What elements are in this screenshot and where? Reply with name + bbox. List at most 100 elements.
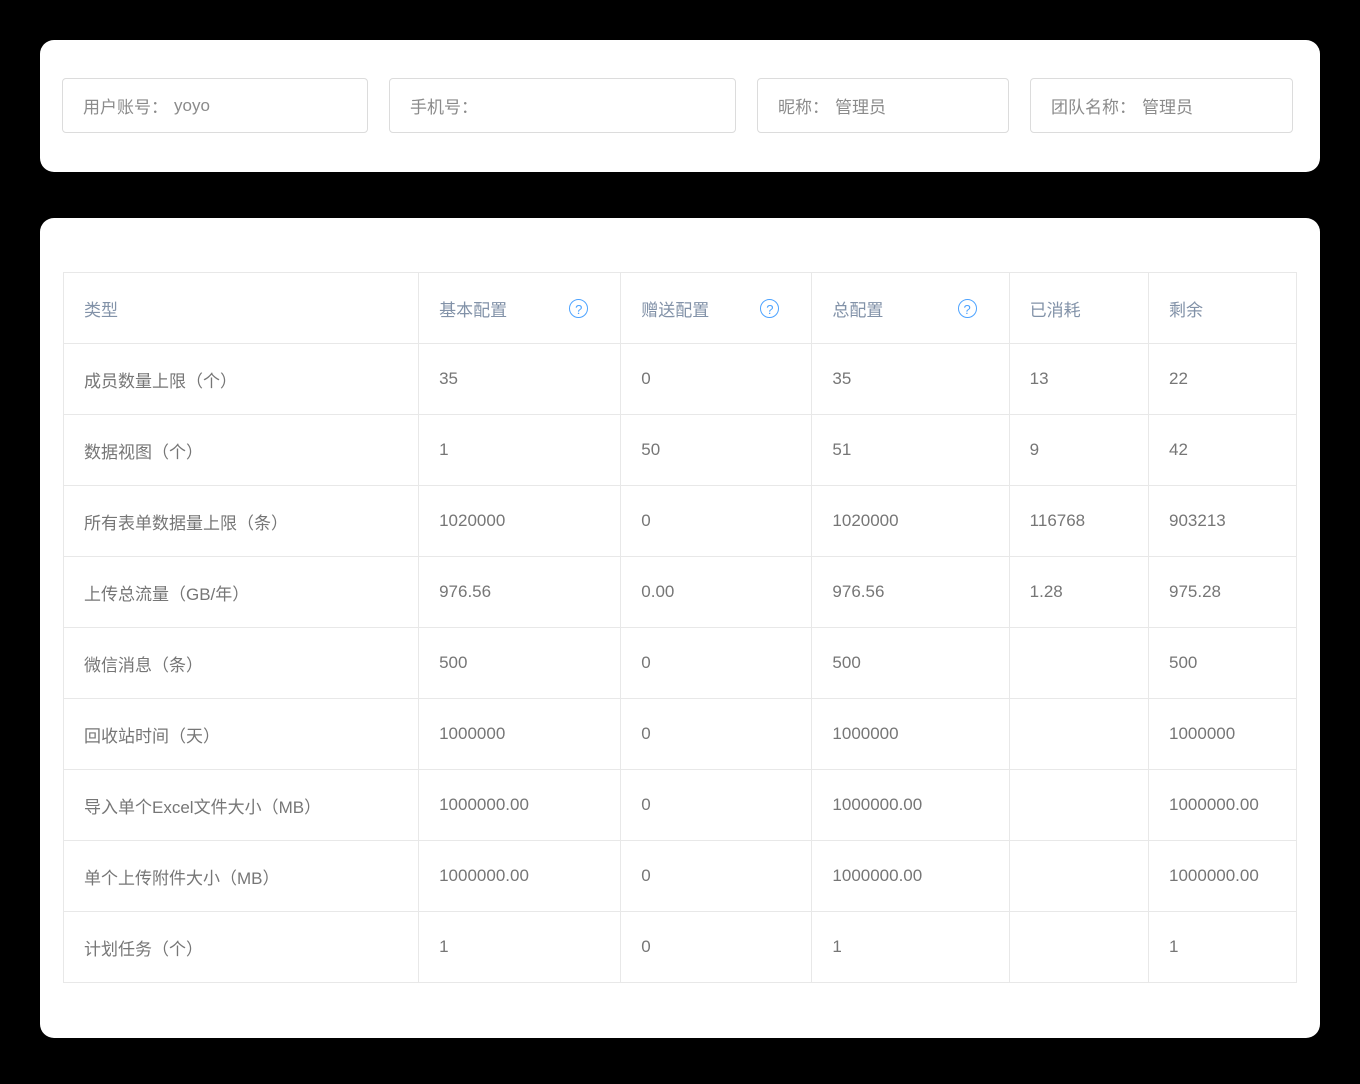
value-cell: 1020000 — [419, 486, 621, 557]
value-cell: 0 — [621, 770, 812, 841]
value-cell — [1009, 628, 1148, 699]
user-account-value: yoyo — [174, 96, 210, 116]
value-cell: 500 — [1149, 628, 1297, 699]
column-header-label: 基本配置 — [439, 296, 507, 321]
row-label-cell: 导入单个Excel文件大小（MB） — [64, 770, 419, 841]
value-cell: 1 — [419, 912, 621, 983]
table-header-row: 类型基本配置?赠送配置?总配置?已消耗剩余 — [64, 273, 1297, 344]
table-row: 上传总流量（GB/年）976.560.00976.561.28975.28 — [64, 557, 1297, 628]
quota-table-body: 成员数量上限（个）350351322数据视图（个）15051942所有表单数据量… — [64, 344, 1297, 983]
value-cell: 1000000.00 — [419, 841, 621, 912]
value-cell: 1 — [812, 912, 1009, 983]
column-header: 类型 — [64, 273, 419, 344]
nickname-value: 管理员 — [835, 93, 886, 118]
row-label-cell: 回收站时间（天） — [64, 699, 419, 770]
value-cell: 1000000.00 — [1149, 841, 1297, 912]
column-header-inner: 类型 — [84, 296, 408, 321]
value-cell: 500 — [419, 628, 621, 699]
column-header-inner: 总配置? — [832, 296, 998, 321]
column-header: 总配置? — [812, 273, 1009, 344]
value-cell: 22 — [1149, 344, 1297, 415]
value-cell: 0 — [621, 486, 812, 557]
column-header-label: 已消耗 — [1030, 296, 1081, 321]
team-name-value: 管理员 — [1142, 93, 1193, 118]
value-cell: 0 — [621, 912, 812, 983]
value-cell: 976.56 — [419, 557, 621, 628]
value-cell: 1000000.00 — [419, 770, 621, 841]
value-cell: 13 — [1009, 344, 1148, 415]
table-row: 所有表单数据量上限（条）102000001020000116768903213 — [64, 486, 1297, 557]
team-name-label: 团队名称： — [1051, 93, 1136, 118]
value-cell: 35 — [812, 344, 1009, 415]
table-row: 计划任务（个）1011 — [64, 912, 1297, 983]
column-header-label: 总配置 — [832, 296, 883, 321]
value-cell — [1009, 841, 1148, 912]
value-cell: 116768 — [1009, 486, 1148, 557]
user-account-label: 用户账号： — [83, 93, 168, 118]
table-row: 成员数量上限（个）350351322 — [64, 344, 1297, 415]
column-header-label: 剩余 — [1169, 296, 1203, 321]
row-label-cell: 成员数量上限（个） — [64, 344, 419, 415]
column-header-label: 赠送配置 — [641, 296, 709, 321]
column-header: 赠送配置? — [621, 273, 812, 344]
nickname-field[interactable]: 昵称：管理员 — [757, 78, 1009, 133]
quota-card: 类型基本配置?赠送配置?总配置?已消耗剩余 成员数量上限（个）350351322… — [40, 218, 1320, 1038]
value-cell: 975.28 — [1149, 557, 1297, 628]
value-cell: 0 — [621, 841, 812, 912]
quota-table: 类型基本配置?赠送配置?总配置?已消耗剩余 成员数量上限（个）350351322… — [63, 272, 1297, 983]
row-label-cell: 上传总流量（GB/年） — [64, 557, 419, 628]
value-cell: 1 — [1149, 912, 1297, 983]
column-header-inner: 基本配置? — [439, 296, 610, 321]
help-icon[interactable]: ? — [958, 299, 977, 318]
column-header-inner: 剩余 — [1169, 296, 1286, 321]
row-label-cell: 微信消息（条） — [64, 628, 419, 699]
nickname-label: 昵称： — [778, 93, 829, 118]
value-cell: 1000000 — [812, 699, 1009, 770]
column-header: 已消耗 — [1009, 273, 1148, 344]
row-label-cell: 单个上传附件大小（MB） — [64, 841, 419, 912]
value-cell: 1000000 — [1149, 699, 1297, 770]
value-cell: 1000000.00 — [812, 770, 1009, 841]
row-label-cell: 所有表单数据量上限（条） — [64, 486, 419, 557]
value-cell: 1020000 — [812, 486, 1009, 557]
table-row: 回收站时间（天）1000000010000001000000 — [64, 699, 1297, 770]
value-cell: 1000000.00 — [1149, 770, 1297, 841]
help-icon[interactable]: ? — [569, 299, 588, 318]
value-cell: 976.56 — [812, 557, 1009, 628]
row-label-cell: 数据视图（个） — [64, 415, 419, 486]
value-cell — [1009, 699, 1148, 770]
value-cell: 50 — [621, 415, 812, 486]
value-cell: 42 — [1149, 415, 1297, 486]
value-cell — [1009, 770, 1148, 841]
phone-label: 手机号： — [410, 93, 478, 118]
table-row: 微信消息（条）5000500500 — [64, 628, 1297, 699]
table-row: 数据视图（个）15051942 — [64, 415, 1297, 486]
table-row: 导入单个Excel文件大小（MB）1000000.0001000000.0010… — [64, 770, 1297, 841]
user-info-card: 用户账号：yoyo 手机号： 昵称：管理员 团队名称：管理员 — [40, 40, 1320, 172]
value-cell: 0 — [621, 699, 812, 770]
page: 用户账号：yoyo 手机号： 昵称：管理员 团队名称：管理员 类型基本配置?赠送… — [0, 0, 1360, 1084]
column-header: 基本配置? — [419, 273, 621, 344]
user-account-field[interactable]: 用户账号： yoyo — [62, 78, 368, 133]
row-label-cell: 计划任务（个） — [64, 912, 419, 983]
value-cell: 0 — [621, 344, 812, 415]
value-cell: 1000000.00 — [812, 841, 1009, 912]
column-header: 剩余 — [1149, 273, 1297, 344]
column-header-label: 类型 — [84, 296, 118, 321]
value-cell: 1000000 — [419, 699, 621, 770]
value-cell: 35 — [419, 344, 621, 415]
table-row: 单个上传附件大小（MB）1000000.0001000000.001000000… — [64, 841, 1297, 912]
value-cell: 0 — [621, 628, 812, 699]
value-cell: 1 — [419, 415, 621, 486]
value-cell: 903213 — [1149, 486, 1297, 557]
value-cell: 0.00 — [621, 557, 812, 628]
value-cell — [1009, 912, 1148, 983]
team-name-field[interactable]: 团队名称：管理员 — [1030, 78, 1293, 133]
phone-field[interactable]: 手机号： — [389, 78, 736, 133]
column-header-inner: 赠送配置? — [641, 296, 801, 321]
column-header-inner: 已消耗 — [1030, 296, 1138, 321]
value-cell: 51 — [812, 415, 1009, 486]
value-cell: 1.28 — [1009, 557, 1148, 628]
help-icon[interactable]: ? — [760, 299, 779, 318]
value-cell: 500 — [812, 628, 1009, 699]
